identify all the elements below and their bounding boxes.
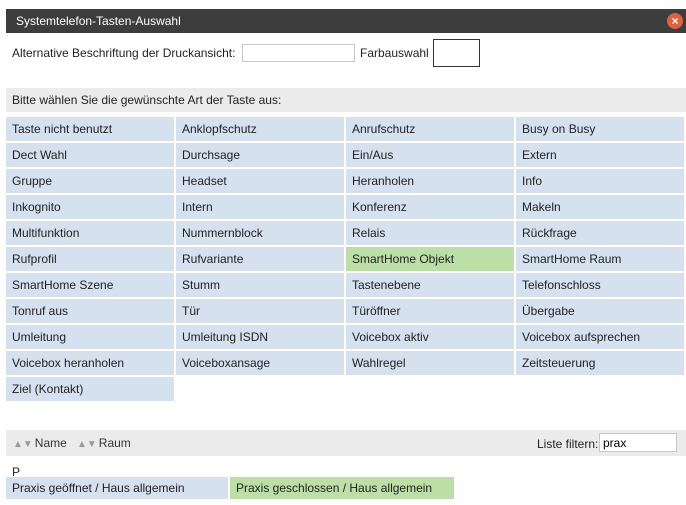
close-icon[interactable]: × xyxy=(667,13,683,29)
key-type-option[interactable]: Taste nicht benutzt xyxy=(6,117,174,141)
key-type-option[interactable]: Voicebox aktiv xyxy=(346,325,514,349)
key-type-option[interactable]: Rufvariante xyxy=(176,247,344,271)
key-type-option[interactable]: Tastenebene xyxy=(346,273,514,297)
key-type-option[interactable]: Intern xyxy=(176,195,344,219)
key-type-option[interactable]: Zeitsteuerung xyxy=(516,351,684,375)
key-type-option[interactable]: SmartHome Raum xyxy=(516,247,684,271)
key-type-option[interactable]: Umleitung xyxy=(6,325,174,349)
filter-label: Liste filtern: xyxy=(537,437,599,451)
key-type-option[interactable]: Makeln xyxy=(516,195,684,219)
dialog-titlebar[interactable]: Systemtelefon-Tasten-Auswahl × xyxy=(6,9,686,33)
options-row: Alternative Beschriftung der Druckansich… xyxy=(6,33,686,73)
key-type-option[interactable]: Tür xyxy=(176,299,344,323)
key-type-option[interactable]: Heranholen xyxy=(346,169,514,193)
key-type-option[interactable]: Dect Wahl xyxy=(6,143,174,167)
key-type-grid: Taste nicht benutzt Anklopfschutz Anrufsch… xyxy=(6,117,686,401)
key-type-option[interactable]: Durchsage xyxy=(176,143,344,167)
print-label-input[interactable] xyxy=(242,44,355,62)
key-type-option[interactable]: Tonruf aus xyxy=(6,299,174,323)
key-type-option[interactable]: Info xyxy=(516,169,684,193)
dialog-title: Systemtelefon-Tasten-Auswahl xyxy=(16,14,181,28)
key-type-option[interactable]: Anrufschutz xyxy=(346,117,514,141)
key-type-option[interactable]: Telefonschloss xyxy=(516,273,684,297)
key-type-option[interactable]: Konferenz xyxy=(346,195,514,219)
sort-name-label: Name xyxy=(34,436,67,450)
key-type-option[interactable]: Nummernblock xyxy=(176,221,344,245)
instruction-bar: Bitte wählen Sie die gewünschte Art der … xyxy=(6,88,686,112)
filter-input[interactable] xyxy=(599,433,677,452)
sort-arrows-icon: ▲▼ xyxy=(13,439,33,450)
key-type-option[interactable]: Gruppe xyxy=(6,169,174,193)
color-label: Farbauswahl xyxy=(360,46,429,60)
key-type-option[interactable]: SmartHome Objekt xyxy=(346,247,514,271)
key-type-option[interactable]: Rückfrage xyxy=(516,221,684,245)
key-type-option[interactable]: Türöffner xyxy=(346,299,514,323)
key-type-option[interactable]: Headset xyxy=(176,169,344,193)
sort-room-label: Raum xyxy=(98,436,131,450)
key-type-option[interactable]: Ein/Aus xyxy=(346,143,514,167)
key-type-option[interactable]: Umleitung ISDN xyxy=(176,325,344,349)
key-type-option[interactable]: Stumm xyxy=(176,273,344,297)
key-type-option[interactable]: Multifunktion xyxy=(6,221,174,245)
key-type-option[interactable]: Extern xyxy=(516,143,684,167)
key-type-option[interactable]: SmartHome Szene xyxy=(6,273,174,297)
sort-arrows-icon: ▲▼ xyxy=(77,439,97,450)
print-label-caption: Alternative Beschriftung der Druckansich… xyxy=(12,46,236,60)
key-type-option[interactable]: Inkognito xyxy=(6,195,174,219)
key-type-option[interactable]: Busy on Busy xyxy=(516,117,684,141)
key-type-option[interactable]: Voicebox heranholen xyxy=(6,351,174,375)
color-picker[interactable] xyxy=(433,39,480,67)
sort-room-button[interactable]: ▲▼ Raum xyxy=(77,436,131,450)
list-item-selected[interactable]: Praxis geschlossen / Haus allgemein xyxy=(230,477,454,499)
key-type-option[interactable]: Ziel (Kontakt) xyxy=(6,377,174,401)
list-item[interactable]: Praxis geöffnet / Haus allgemein xyxy=(6,477,228,499)
key-type-option[interactable]: Voiceboxansage xyxy=(176,351,344,375)
instruction-text: Bitte wählen Sie die gewünschte Art der … xyxy=(12,93,282,107)
key-type-option[interactable]: Voicebox aufsprechen xyxy=(516,325,684,349)
sort-name-button[interactable]: ▲▼ Name xyxy=(13,436,67,450)
key-selection-dialog: Systemtelefon-Tasten-Auswahl × Alternati… xyxy=(6,9,686,505)
key-type-option[interactable]: Wahlregel xyxy=(346,351,514,375)
key-type-option[interactable]: Relais xyxy=(346,221,514,245)
list-header: ▲▼ Name ▲▼ Raum Liste filtern: xyxy=(6,430,686,456)
key-type-option[interactable]: Übergabe xyxy=(516,299,684,323)
key-type-option[interactable]: Rufprofil xyxy=(6,247,174,271)
key-type-option[interactable]: Anklopfschutz xyxy=(176,117,344,141)
